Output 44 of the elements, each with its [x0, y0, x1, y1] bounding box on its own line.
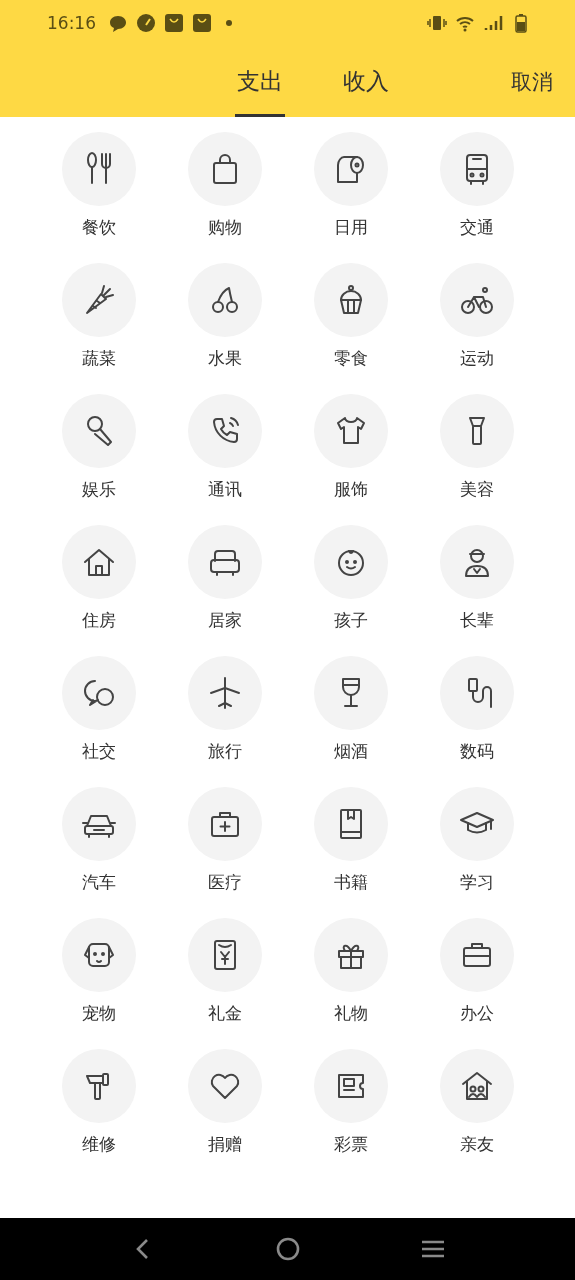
home-icon[interactable]	[274, 1236, 301, 1262]
category-label[interactable]: 烟酒	[333, 740, 368, 763]
category-label[interactable]: 运动	[459, 347, 494, 370]
category-label[interactable]: 通讯	[207, 478, 242, 501]
gauge-icon	[136, 13, 156, 33]
category-label[interactable]: 长辈	[459, 609, 494, 632]
category-label[interactable]: 孩子	[333, 609, 368, 632]
notification-dot	[226, 20, 232, 26]
bag-icon	[164, 13, 184, 33]
category-label[interactable]: 服饰	[333, 478, 368, 501]
bag-icon	[192, 13, 212, 33]
chat-bubble-icon	[108, 13, 128, 33]
category-label[interactable]: 彩票	[333, 1133, 368, 1156]
cancel-button[interactable]: 取消	[505, 46, 559, 117]
category-label[interactable]: 餐饮	[81, 216, 116, 239]
category-label[interactable]: 学习	[459, 871, 494, 894]
category-label[interactable]: 零食	[333, 347, 368, 370]
category-label[interactable]: 宠物	[81, 1002, 116, 1025]
category-label[interactable]: 交通	[459, 216, 494, 239]
category-label[interactable]: 医疗	[207, 871, 242, 894]
category-label[interactable]: 居家	[207, 609, 242, 632]
category-label[interactable]: 社交	[81, 740, 116, 763]
category-label[interactable]: 维修	[81, 1133, 116, 1156]
category-label[interactable]: 汽车	[81, 871, 116, 894]
category-label[interactable]: 亲友	[459, 1133, 494, 1156]
category-label[interactable]: 礼金	[207, 1002, 242, 1025]
category-label[interactable]: 水果	[207, 347, 242, 370]
tab[interactable]: 支出	[234, 49, 285, 117]
vibrate-icon	[427, 13, 447, 33]
signal-icon	[483, 13, 503, 33]
category-label[interactable]: 礼物	[333, 1002, 368, 1025]
category-label[interactable]: 住房	[81, 609, 116, 632]
category-label[interactable]: 数码	[459, 740, 494, 763]
category-label[interactable]: 书籍	[333, 871, 368, 894]
category-label[interactable]: 日用	[333, 216, 368, 239]
category-label[interactable]: 购物	[207, 216, 242, 239]
category-label[interactable]: 办公	[459, 1002, 494, 1025]
tab[interactable]: 收入	[340, 49, 391, 117]
category-label[interactable]: 捐赠	[207, 1133, 242, 1156]
status-time: 16:16	[47, 13, 96, 33]
category-label[interactable]: 蔬菜	[81, 347, 116, 370]
category-label[interactable]: 美容	[459, 478, 494, 501]
category-label[interactable]: 旅行	[207, 740, 242, 763]
category-label[interactable]: 娱乐	[81, 478, 116, 501]
